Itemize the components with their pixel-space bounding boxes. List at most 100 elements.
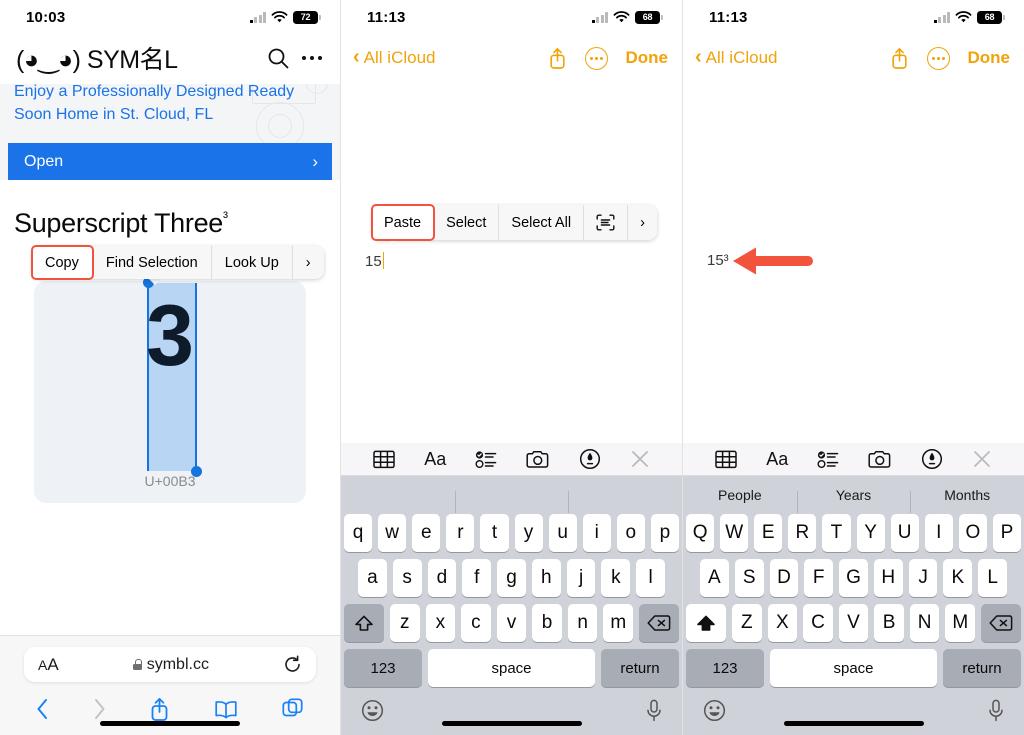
return-key[interactable]: return xyxy=(601,649,679,687)
key-w[interactable]: w xyxy=(378,514,407,552)
key-j[interactable]: j xyxy=(566,559,596,597)
key-x[interactable]: X xyxy=(767,604,798,642)
note-content-area[interactable]: Paste Select Select All › 15 xyxy=(341,74,682,434)
menu-item-find-selection[interactable]: Find Selection xyxy=(92,246,212,279)
key-l[interactable]: l xyxy=(636,559,666,597)
camera-icon[interactable] xyxy=(868,450,892,469)
markup-icon[interactable] xyxy=(579,448,601,470)
prediction-3[interactable] xyxy=(568,487,682,513)
key-v[interactable]: v xyxy=(496,604,527,642)
shift-icon[interactable] xyxy=(343,604,384,642)
key-k[interactable]: k xyxy=(601,559,631,597)
key-y[interactable]: y xyxy=(514,514,543,552)
numbers-key[interactable]: 123 xyxy=(686,649,764,687)
key-z[interactable]: Z xyxy=(731,604,762,642)
ad-banner[interactable]: Enjoy a Professionally Designed Ready So… xyxy=(0,84,340,180)
more-circle-icon[interactable] xyxy=(926,46,950,70)
key-f[interactable]: F xyxy=(804,559,834,597)
emoji-icon[interactable] xyxy=(361,699,384,722)
menu-item-select[interactable]: Select xyxy=(434,205,500,240)
key-m[interactable]: m xyxy=(603,604,634,642)
menu-item-next-chevron-icon[interactable]: › xyxy=(292,246,324,279)
key-c[interactable]: C xyxy=(803,604,833,642)
key-p[interactable]: P xyxy=(992,514,1021,552)
more-dots-icon[interactable] xyxy=(301,55,322,61)
emoji-icon[interactable] xyxy=(703,699,726,722)
key-q[interactable]: q xyxy=(344,514,373,552)
space-key[interactable]: space xyxy=(428,649,595,687)
prediction-2[interactable]: Years xyxy=(796,487,911,513)
key-a[interactable]: A xyxy=(699,559,729,597)
book-icon[interactable] xyxy=(214,700,238,719)
reload-icon[interactable] xyxy=(283,655,302,674)
done-button[interactable]: Done xyxy=(626,48,669,68)
menu-item-paste[interactable]: Paste xyxy=(370,204,436,241)
share-icon[interactable] xyxy=(149,697,170,722)
text-format-icon[interactable]: Aa xyxy=(424,449,446,470)
key-e[interactable]: e xyxy=(412,514,441,552)
key-q[interactable]: Q xyxy=(686,514,715,552)
space-key[interactable]: space xyxy=(770,649,937,687)
key-f[interactable]: f xyxy=(462,559,492,597)
back-to-all-icloud-button[interactable]: ‹ All iCloud xyxy=(353,46,435,69)
markup-icon[interactable] xyxy=(921,448,943,470)
table-icon[interactable] xyxy=(373,450,396,469)
prediction-1[interactable]: People xyxy=(683,487,797,503)
table-icon[interactable] xyxy=(715,450,738,469)
key-o[interactable]: O xyxy=(958,514,987,552)
key-r[interactable]: R xyxy=(788,514,817,552)
key-i[interactable]: I xyxy=(924,514,953,552)
key-n[interactable]: n xyxy=(567,604,598,642)
done-button[interactable]: Done xyxy=(968,48,1011,68)
checklist-icon[interactable] xyxy=(817,450,839,469)
prediction-3[interactable]: Months xyxy=(910,487,1024,513)
key-w[interactable]: W xyxy=(720,514,749,552)
close-icon[interactable] xyxy=(630,449,650,469)
key-n[interactable]: N xyxy=(909,604,940,642)
key-h[interactable]: H xyxy=(873,559,903,597)
note-content-area[interactable]: 15³ xyxy=(683,74,1024,434)
key-p[interactable]: p xyxy=(650,514,679,552)
site-logo[interactable]: (◕‿◕) SYM名L xyxy=(16,40,178,76)
back-to-all-icloud-button[interactable]: ‹ All iCloud xyxy=(695,46,777,69)
key-x[interactable]: x xyxy=(425,604,456,642)
key-s[interactable]: S xyxy=(734,559,764,597)
key-k[interactable]: K xyxy=(943,559,973,597)
note-text-line[interactable]: 15 xyxy=(365,252,385,270)
key-s[interactable]: s xyxy=(392,559,422,597)
key-b[interactable]: B xyxy=(874,604,904,642)
key-b[interactable]: b xyxy=(532,604,562,642)
key-d[interactable]: D xyxy=(769,559,799,597)
share-icon[interactable] xyxy=(548,47,567,70)
numbers-key[interactable]: 123 xyxy=(344,649,422,687)
key-j[interactable]: J xyxy=(908,559,938,597)
return-key[interactable]: return xyxy=(943,649,1021,687)
menu-item-next-chevron-icon[interactable]: › xyxy=(628,205,657,240)
microphone-icon[interactable] xyxy=(988,699,1004,722)
microphone-icon[interactable] xyxy=(646,699,662,722)
key-c[interactable]: c xyxy=(461,604,491,642)
close-icon[interactable] xyxy=(972,449,992,469)
key-u[interactable]: u xyxy=(548,514,577,552)
text-format-icon[interactable]: Aa xyxy=(766,449,788,470)
search-icon[interactable] xyxy=(267,47,289,69)
camera-icon[interactable] xyxy=(526,450,550,469)
key-d[interactable]: d xyxy=(427,559,457,597)
more-circle-icon[interactable] xyxy=(584,46,608,70)
share-icon[interactable] xyxy=(890,47,909,70)
menu-item-scan-text-icon[interactable] xyxy=(584,205,629,240)
key-y[interactable]: Y xyxy=(856,514,885,552)
prediction-1[interactable] xyxy=(341,487,455,503)
key-g[interactable]: G xyxy=(839,559,868,597)
checklist-icon[interactable] xyxy=(475,450,497,469)
key-z[interactable]: z xyxy=(389,604,420,642)
address-bar[interactable]: AA symbl.cc xyxy=(24,647,316,682)
text-size-button[interactable]: AA xyxy=(38,655,59,675)
key-u[interactable]: U xyxy=(890,514,919,552)
url-display[interactable]: symbl.cc xyxy=(132,656,209,674)
prediction-2[interactable] xyxy=(454,487,569,513)
key-h[interactable]: h xyxy=(531,559,561,597)
key-r[interactable]: r xyxy=(446,514,475,552)
key-g[interactable]: g xyxy=(497,559,526,597)
tabs-icon[interactable] xyxy=(282,698,304,720)
